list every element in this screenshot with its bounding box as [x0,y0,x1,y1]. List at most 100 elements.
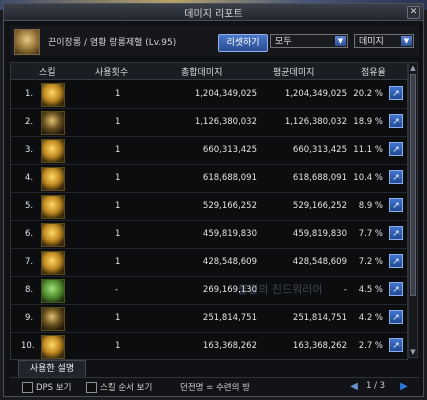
skill-order-checkbox[interactable] [86,382,97,393]
detail-button[interactable]: ↗ [389,282,403,296]
row-share: 10.4 % [353,173,383,183]
row-total: 163,368,262 [202,341,257,351]
row-index: 6. [25,229,34,239]
dash-strike-skill-icon [41,167,65,191]
row-share: 4.2 % [358,313,383,323]
header-uses: 사용횟수 [95,68,129,78]
row-share: 4.5 % [358,285,383,295]
row-average: 428,548,609 [292,257,347,267]
dps-checkbox-label: DPS 보기 [36,383,72,393]
row-index: 1. [25,89,34,99]
external-link-icon: ↗ [392,313,400,323]
row-average: 618,688,091 [292,173,347,183]
row-index: 3. [25,145,34,155]
reset-button[interactable]: 리셋하기 [218,34,268,52]
detail-button[interactable]: ↗ [389,198,403,212]
close-icon: ✕ [409,7,418,17]
spin-burst-skill-icon [41,223,65,247]
external-link-icon: ↗ [392,201,400,211]
header-total: 총합데미지 [181,68,223,78]
chevron-down-icon[interactable]: ▼ [335,36,346,46]
external-link-icon: ↗ [392,229,400,239]
row-average: 251,814,751 [292,313,347,323]
close-button[interactable]: ✕ [407,6,420,19]
chevron-down-icon[interactable]: ▼ [401,36,412,46]
external-link-icon: ↗ [392,341,400,351]
detail-button[interactable]: ↗ [389,310,403,324]
next-page-icon[interactable]: ▶ [398,381,410,393]
row-uses: 1 [115,341,121,351]
row-index: 4. [25,173,34,183]
dungeon-name: 던전명 = 수련의 방 [180,383,250,393]
table-row[interactable]: 5. 1 529,166,252 529,166,252 8.9 % ↗ [11,192,407,221]
table-row[interactable]: 8. - 269,169,130 - 4.5 % ↗ [11,276,407,305]
row-total: 1,204,349,025 [194,89,257,99]
header-skill: 스킬 [39,68,56,78]
detail-button[interactable]: ↗ [389,142,403,156]
detail-button[interactable]: ↗ [389,114,403,128]
row-share: 7.2 % [358,257,383,267]
scroll-up-icon[interactable]: ▲ [409,64,417,72]
external-link-icon: ↗ [392,117,400,127]
detail-button[interactable]: ↗ [389,254,403,268]
table-row[interactable]: 10. 1 163,368,262 163,368,262 2.7 % ↗ [11,332,407,360]
row-uses: 1 [115,229,121,239]
filter-select[interactable]: 모두 ▼ [270,34,348,48]
row-uses: 1 [115,145,121,155]
row-share: 20.2 % [353,89,383,99]
row-index: 10. [21,341,35,351]
sun-ring-skill-icon [41,307,65,331]
external-link-icon: ↗ [392,89,400,99]
row-uses: - [115,285,119,295]
table-row[interactable]: 6. 1 459,819,830 459,819,830 7.7 % ↗ [11,220,407,249]
row-total: 529,166,252 [202,201,257,211]
row-total: 618,688,091 [202,173,257,183]
row-uses: 1 [115,117,121,127]
page-indicator: 1 / 3 [366,381,386,391]
table-scrollbar[interactable]: ▲ ▼ [408,62,418,358]
table-row[interactable]: 7. 1 428,548,609 428,548,609 7.2 % ↗ [11,248,407,277]
row-index: 5. [25,201,34,211]
external-link-icon: ↗ [392,285,400,295]
character-header: 끈이장롱 / 염황 랑롱제혈 (Lv.95) 리셋하기 모두 ▼ 데미지 ▼ [10,26,419,56]
row-average: 1,204,349,025 [284,89,347,99]
row-total: 1,126,380,032 [194,117,257,127]
row-average: 459,819,830 [292,229,347,239]
footer-bar: DPS 보기 스킬 순서 보기 던전명 = 수련의 방 ◀ 1 / 3 ▶ [10,377,419,396]
detail-button[interactable]: ↗ [389,338,403,352]
external-link-icon: ↗ [392,173,400,183]
table-row[interactable]: 9. 1 251,814,751 251,814,751 4.2 % ↗ [11,304,407,333]
description-tab[interactable]: 사용한 설명 [18,360,86,377]
external-link-icon: ↗ [392,145,400,155]
sort-select[interactable]: 데미지 ▼ [354,34,414,48]
detail-button[interactable]: ↗ [389,86,403,100]
character-portrait [14,29,40,55]
table-row[interactable]: 1. 1 1,204,349,025 1,204,349,025 20.2 % … [11,80,407,109]
title-bar[interactable]: 데미지 리포트 ✕ [4,4,423,21]
golden-orb-skill-icon [41,195,65,219]
table-row[interactable]: 2. 1 1,126,380,032 1,126,380,032 18.9 % … [11,108,407,137]
scroll-down-icon[interactable]: ▼ [409,348,417,356]
filter-select-value: 모두 [275,37,292,47]
damage-report-window: 데미지 리포트 ✕ 끈이장롱 / 염황 랑롱제혈 (Lv.95) 리셋하기 모두… [3,3,424,397]
row-share: 8.9 % [358,201,383,211]
header-average: 평균데미지 [273,68,315,78]
row-uses: 1 [115,173,121,183]
scroll-thumb[interactable] [410,74,416,296]
ignite-aura-skill-icon [41,335,65,359]
detail-button[interactable]: ↗ [389,170,403,184]
row-share: 11.1 % [353,145,383,155]
dragon-head-skill-icon [41,139,65,163]
table-row[interactable]: 3. 1 660,313,425 660,313,425 11.1 % ↗ [11,136,407,165]
row-uses: 1 [115,313,121,323]
skill-order-checkbox-label: 스킬 순서 보기 [100,383,153,393]
detail-button[interactable]: ↗ [389,226,403,240]
row-index: 8. [25,285,34,295]
sort-select-value: 데미지 [359,37,384,47]
table-row[interactable]: 4. 1 618,688,091 618,688,091 10.4 % ↗ [11,164,407,193]
row-uses: 1 [115,257,121,267]
table-header: 스킬 사용횟수 총합데미지 평균데미지 점유율 [11,63,407,80]
previous-page-icon[interactable]: ◀ [348,381,360,393]
dps-checkbox[interactable] [22,382,33,393]
external-link-icon: ↗ [392,257,400,267]
